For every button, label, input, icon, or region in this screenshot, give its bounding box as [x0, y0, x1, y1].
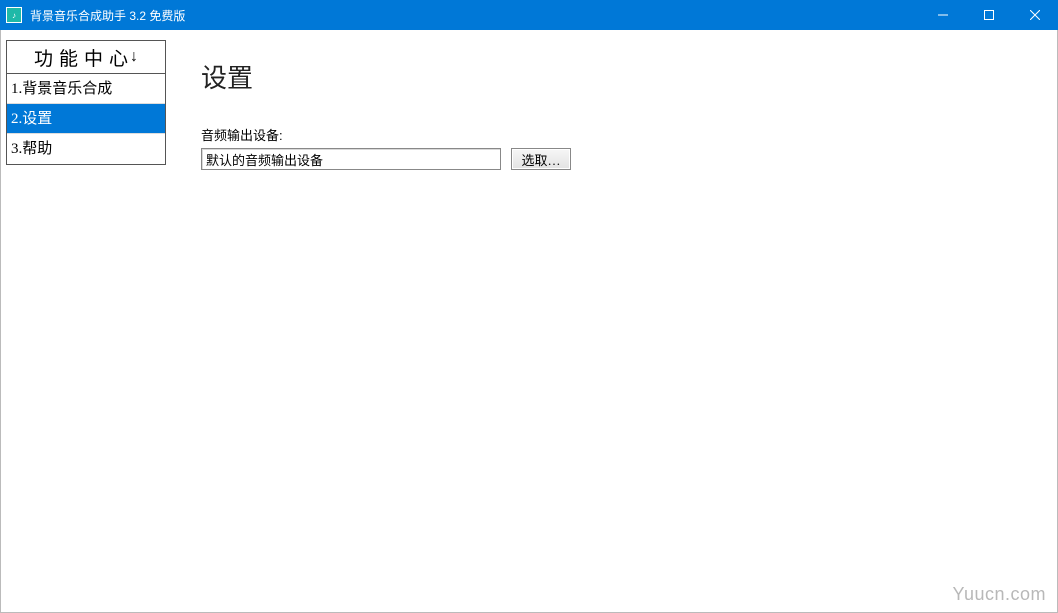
titlebar[interactable]: ♪ 背景音乐合成助手 3.2 免费版	[0, 0, 1058, 30]
audio-output-field[interactable]	[201, 148, 501, 170]
app-icon: ♪	[6, 7, 22, 23]
sidebar-header-label: 功能中心	[34, 44, 134, 71]
main-panel: 设置 音频输出设备: 选取…	[171, 30, 1057, 612]
minimize-button[interactable]	[920, 0, 966, 30]
sidebar-item-help[interactable]: 3.帮助	[7, 134, 165, 164]
watermark: Yuucn.com	[952, 584, 1046, 605]
maximize-icon	[984, 10, 994, 20]
sidebar: 功能中心 ↓ 1.背景音乐合成 2.设置 3.帮助	[1, 30, 171, 612]
sidebar-header[interactable]: 功能中心 ↓	[6, 40, 166, 74]
select-device-button[interactable]: 选取…	[511, 148, 571, 170]
close-button[interactable]	[1012, 0, 1058, 30]
audio-output-row: 选取…	[201, 148, 1027, 170]
maximize-button[interactable]	[966, 0, 1012, 30]
chevron-down-icon: ↓	[130, 48, 138, 66]
sidebar-item-settings[interactable]: 2.设置	[7, 104, 165, 134]
window-controls	[920, 0, 1058, 30]
nav-list: 1.背景音乐合成 2.设置 3.帮助	[6, 74, 166, 165]
window-title: 背景音乐合成助手 3.2 免费版	[30, 7, 920, 24]
sidebar-item-bgm[interactable]: 1.背景音乐合成	[7, 74, 165, 104]
minimize-icon	[938, 10, 948, 20]
page-title: 设置	[201, 58, 1027, 95]
audio-output-label: 音频输出设备:	[201, 125, 1027, 144]
close-icon	[1030, 10, 1040, 20]
